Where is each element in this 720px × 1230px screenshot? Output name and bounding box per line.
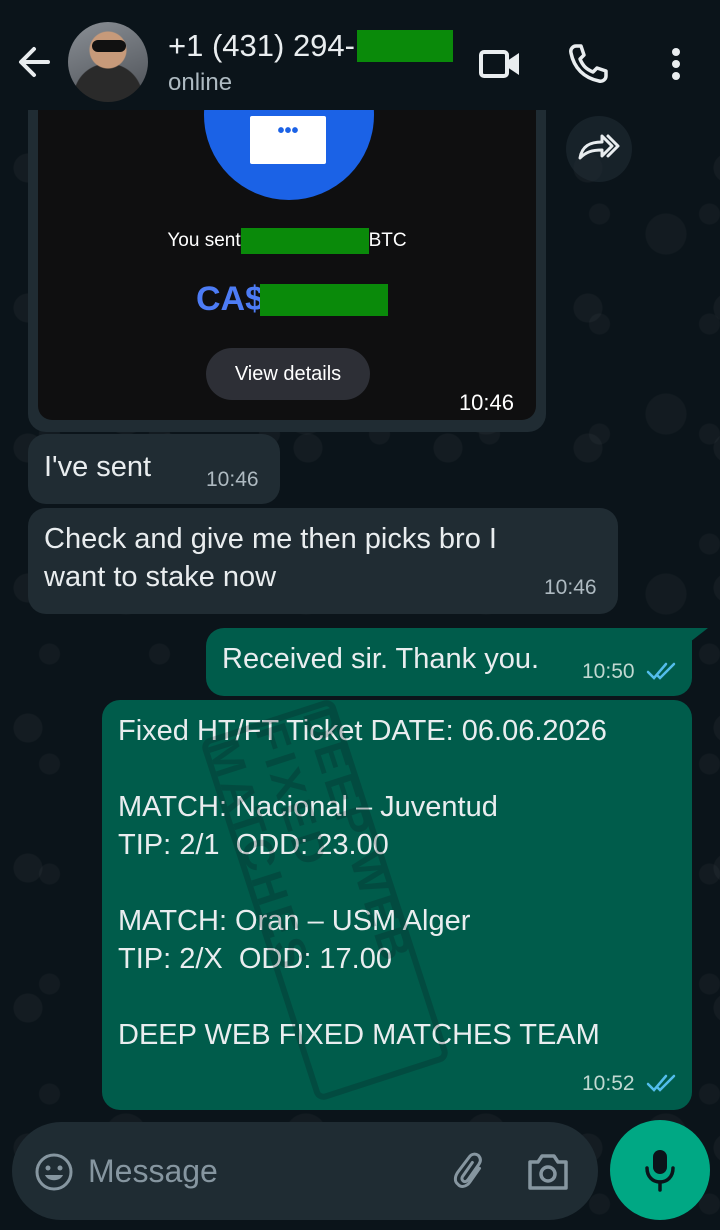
message-time: 10:50 — [582, 660, 635, 683]
redaction-block — [356, 30, 453, 62]
message-time: 10:46 — [458, 390, 514, 415]
read-receipt-icon — [646, 1074, 676, 1092]
outgoing-message[interactable]: Fixed HT/FT Ticket DATE: 06.06.2026 MATC… — [102, 700, 692, 1110]
video-camera-icon[interactable] — [476, 40, 524, 88]
voice-message-button[interactable] — [610, 1120, 710, 1220]
incoming-message[interactable]: Check and give me then picks bro I want … — [28, 508, 618, 614]
message-time: 10:46 — [544, 576, 597, 599]
amount-prefix: CA$ — [196, 280, 265, 318]
incoming-message[interactable]: I've sent 10:46 — [28, 434, 280, 504]
message-text: Check and give me then picks bro I want … — [44, 523, 497, 593]
emoji-icon[interactable] — [34, 1152, 74, 1192]
sent-suffix: BTC — [368, 230, 407, 251]
message-composer — [12, 1122, 598, 1220]
contact-name[interactable]: +1 (431) 294- — [168, 28, 453, 64]
redaction-block — [260, 283, 389, 316]
view-details-button: View details — [206, 348, 370, 400]
message-text: Received sir. Thank you. — [222, 643, 540, 675]
message-input[interactable] — [88, 1148, 428, 1194]
contact-status: online — [168, 69, 233, 96]
avatar[interactable] — [68, 22, 148, 102]
message-time: 10:52 — [582, 1072, 635, 1095]
forward-icon — [578, 134, 620, 160]
image-message[interactable]: ••• You sent BTC CA$ View details 10:46 — [28, 110, 546, 432]
sent-line: You sent BTC — [38, 228, 536, 254]
forward-button[interactable] — [566, 116, 632, 182]
message-text: I've sent — [44, 451, 152, 483]
arrow-left-icon[interactable] — [14, 40, 54, 84]
read-receipt-icon — [646, 662, 676, 680]
more-vertical-icon[interactable] — [652, 40, 700, 88]
redaction-block — [240, 228, 369, 254]
microphone-icon — [645, 1150, 675, 1192]
phone-icon[interactable] — [564, 40, 612, 88]
card-graphic: ••• — [250, 116, 326, 164]
camera-icon[interactable] — [526, 1150, 570, 1192]
message-text: Fixed HT/FT Ticket DATE: 06.06.2026 MATC… — [118, 715, 607, 1051]
payment-screenshot: ••• You sent BTC CA$ View details 10:46 — [38, 110, 536, 420]
sent-prefix: You sent — [167, 230, 241, 251]
chat-header: +1 (431) 294- online — [0, 0, 720, 126]
contact-name-text: +1 (431) 294- — [168, 28, 355, 63]
message-time: 10:46 — [206, 468, 259, 491]
amount-line: CA$ — [196, 280, 389, 319]
outgoing-message[interactable]: Received sir. Thank you. 10:50 — [206, 628, 692, 696]
paperclip-icon[interactable] — [450, 1152, 490, 1192]
